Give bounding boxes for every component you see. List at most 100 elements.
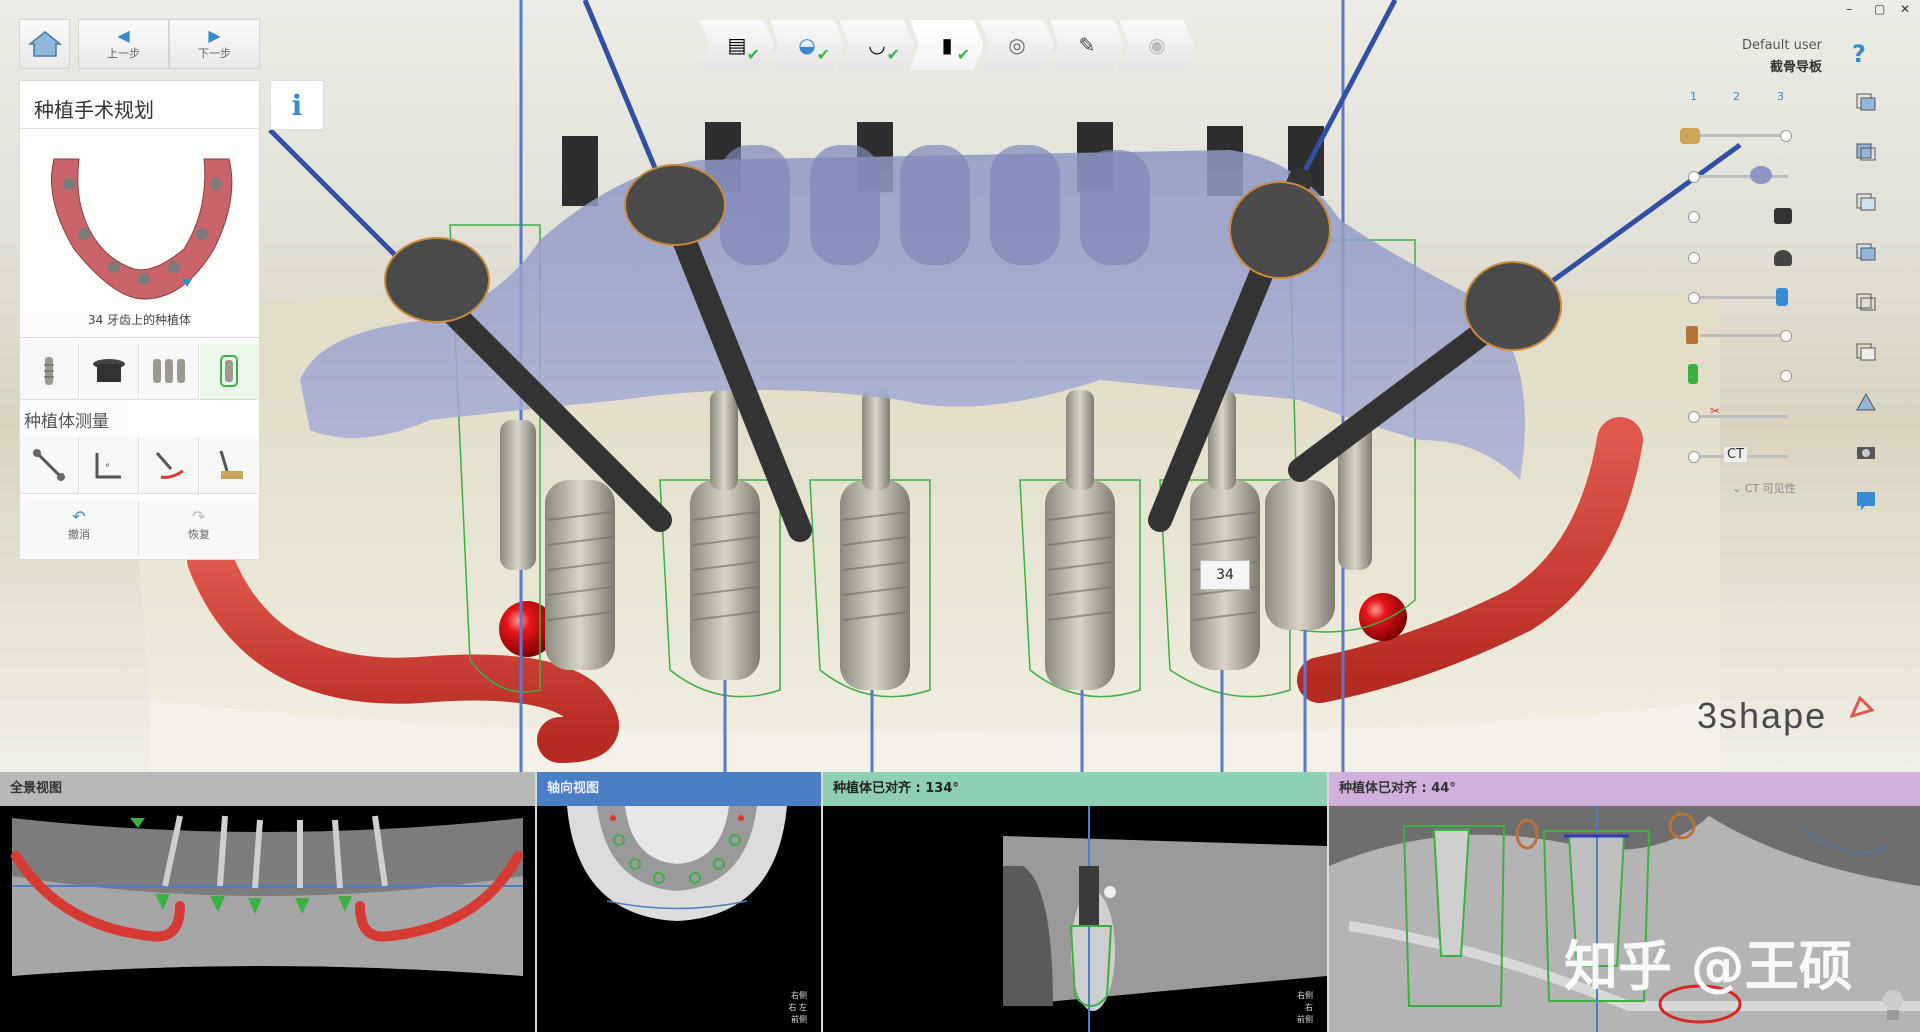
view-right-icon[interactable] (1853, 240, 1879, 264)
scan-import-icon: ◒ (798, 33, 816, 57)
step-jaw-align[interactable]: ◡ ✔ (840, 20, 914, 70)
redo-label: 恢复 (188, 528, 210, 541)
patient-card-icon: ▤ (727, 33, 747, 57)
undo-button[interactable]: ↶ 撤消 (20, 501, 139, 556)
column-1[interactable]: 1 (1690, 90, 1697, 103)
view-left-icon[interactable] (1853, 190, 1879, 214)
mode-label: 截骨导板 (1769, 60, 1822, 75)
implant-icon (44, 357, 54, 385)
home-button[interactable] (19, 19, 70, 69)
jaw-preview[interactable] (34, 139, 244, 309)
back-label: 上一步 (107, 47, 140, 60)
guide-slider-knob[interactable] (1688, 171, 1700, 183)
guide-design-icon: ✎ (1078, 33, 1096, 57)
next-label: 下一步 (198, 47, 231, 60)
minimize-button[interactable]: – (1846, 2, 1852, 16)
bone-measure-icon (219, 450, 243, 479)
check-icon: ✔ (886, 45, 900, 64)
crown-slider-knob[interactable] (1780, 130, 1792, 142)
nerve-visibility-icon: ✂ (1710, 404, 1721, 418)
curve-measure-button[interactable] (140, 437, 199, 494)
info-button[interactable]: i (270, 80, 324, 130)
undo-icon: ↶ (72, 507, 86, 526)
view-back-icon[interactable] (1853, 140, 1879, 164)
distance-measure-icon (33, 449, 65, 481)
nerve-slider-knob[interactable] (1688, 411, 1700, 423)
step-scan-import[interactable]: ◒ ✔ (770, 20, 844, 70)
redo-icon: ↷ (192, 507, 206, 526)
undo-label: 撤消 (68, 528, 90, 541)
guide-slider[interactable] (1692, 175, 1788, 178)
cross-section-1-orientation: 右侧右前侧 (1297, 991, 1313, 1024)
help-button[interactable]: ? (1852, 40, 1866, 68)
panorama-title: 全景视图 (0, 772, 535, 806)
cross-section-1-image (1003, 806, 1327, 1032)
axial-image (567, 806, 787, 921)
cross-section-view-1[interactable]: 种植体已对齐 : 134° 右侧右前侧 (823, 772, 1327, 1032)
nerve-marker-left[interactable] (1359, 593, 1407, 641)
step-patient[interactable]: ▤ ✔ (700, 20, 774, 70)
export-disc-icon: ◉ (1148, 33, 1166, 57)
pin-visibility-icon (1774, 250, 1792, 266)
head-orientation-icon (1880, 988, 1906, 1022)
view-bottom-icon[interactable] (1853, 340, 1879, 364)
guide-visibility-icon (1750, 166, 1772, 184)
ct-visibility-dropdown[interactable]: ⌄ CT 可见性 (1732, 480, 1796, 496)
curve-measure-icon (155, 452, 184, 479)
implant-visibility-icon (1776, 288, 1788, 306)
svg-text:°: ° (105, 463, 110, 474)
crown-visibility-icon (1680, 128, 1700, 144)
abutment-tool-button[interactable] (80, 343, 139, 400)
angle-measure-icon: ° (95, 453, 121, 479)
step-sleeve[interactable]: ◎ (980, 20, 1054, 70)
axial-view[interactable]: 轴向视图 右侧右 左前侧 (537, 772, 821, 1032)
bone-measure-button[interactable] (200, 437, 258, 494)
step-guide-design[interactable]: ✎ (1050, 20, 1124, 70)
cross-section-view-2[interactable]: 种植体已对齐 : 44° 知乎 @王硕 (1329, 772, 1920, 1032)
watermark: 知乎 @王硕 (1564, 935, 1853, 998)
measure-section-title: 种植体测量 (24, 412, 109, 432)
implant-selected-tool-button[interactable] (200, 343, 258, 400)
implant-slider[interactable] (1692, 296, 1788, 299)
back-button[interactable]: ◀ 上一步 (78, 19, 169, 69)
nerve-slider[interactable] (1692, 415, 1788, 418)
implant-tool-button[interactable] (20, 343, 79, 400)
view-top-icon[interactable] (1853, 290, 1879, 314)
restore-button[interactable]: ▢ (1874, 2, 1885, 16)
multi-implant-icon (153, 359, 185, 383)
column-3[interactable]: 3 (1777, 90, 1784, 103)
panorama-view[interactable]: 全景视图 (0, 772, 535, 1032)
column-2[interactable]: 2 (1733, 90, 1740, 103)
implant-selected-icon (220, 355, 238, 387)
drill-visibility-icon (1686, 326, 1698, 344)
comment-icon[interactable] (1853, 488, 1879, 512)
implant-slider-knob[interactable] (1688, 292, 1700, 304)
user-name: Default user (1742, 38, 1822, 53)
implant-number-label[interactable]: 34 (1200, 560, 1250, 590)
clipping-icon[interactable] (1853, 390, 1879, 414)
view-front-icon[interactable] (1853, 90, 1879, 114)
ct-slider-knob[interactable] (1688, 451, 1700, 463)
crown-slider[interactable] (1700, 134, 1788, 137)
step-implant-plan[interactable]: ▮ ✔ (910, 20, 984, 70)
jaw-align-icon: ◡ (868, 33, 886, 57)
home-icon (27, 31, 62, 57)
next-button[interactable]: ▶ 下一步 (169, 19, 260, 69)
pin-toggle[interactable] (1688, 252, 1700, 264)
preview-caption: 34 牙齿上的种植体 (87, 313, 192, 327)
close-button[interactable]: ✕ (1900, 2, 1910, 16)
camera-icon[interactable] (1853, 440, 1879, 464)
safety-zone-toggle[interactable] (1780, 370, 1792, 382)
check-icon: ✔ (746, 45, 760, 64)
step-export[interactable]: ◉ (1120, 20, 1194, 70)
drill-slider-knob[interactable] (1780, 330, 1792, 342)
panel-title: 种植手术规划 (34, 98, 154, 122)
sleeve-toggle[interactable] (1688, 211, 1700, 223)
angle-measure-button[interactable]: ° (80, 437, 139, 494)
cross-section-2-title: 种植体已对齐 : 44° (1329, 772, 1920, 806)
arrow-right-icon: ▶ (208, 26, 221, 45)
distance-measure-button[interactable] (20, 437, 79, 494)
drill-slider[interactable] (1700, 334, 1788, 337)
multi-implant-tool-button[interactable] (140, 343, 199, 400)
redo-button[interactable]: ↷ 恢复 (139, 501, 259, 556)
